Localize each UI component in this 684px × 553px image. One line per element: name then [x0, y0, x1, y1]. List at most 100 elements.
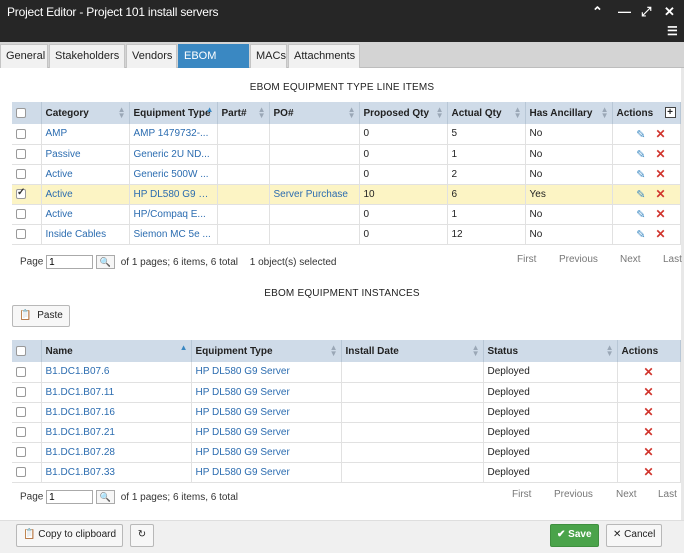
- po-link[interactable]: [269, 204, 360, 225]
- row-checkbox[interactable]: [16, 168, 26, 179]
- pencil-icon[interactable]: ✎: [636, 229, 645, 241]
- last-link[interactable]: Last: [658, 489, 677, 500]
- po-link[interactable]: Server Purchase: [269, 184, 360, 205]
- table-row-selected[interactable]: Active HP DL580 G9 S... Server Purchase …: [12, 184, 681, 205]
- menu-icon[interactable]: ☰: [667, 24, 678, 38]
- delete-icon[interactable]: ✕: [655, 227, 665, 241]
- chevron-up-icon[interactable]: ⌃: [592, 5, 603, 19]
- row-checkbox[interactable]: [16, 366, 26, 377]
- table-row[interactable]: B1.DC1.B07.6 HP DL580 G9 Server Deployed…: [12, 362, 681, 383]
- column-po[interactable]: PO# ▲ ▼: [269, 102, 360, 124]
- row-checkbox[interactable]: [16, 128, 26, 139]
- cancel-button[interactable]: ✕ Cancel: [606, 524, 663, 547]
- equipment-type-link[interactable]: Generic 500W ...: [129, 164, 218, 185]
- row-checkbox[interactable]: [16, 406, 26, 417]
- next-link[interactable]: Next: [620, 254, 641, 265]
- refresh-button[interactable]: ↻: [130, 524, 154, 547]
- instance-name-link[interactable]: B1.DC1.B07.21: [41, 422, 192, 443]
- expand-icon[interactable]: ⤢: [641, 5, 651, 19]
- previous-link[interactable]: Previous: [554, 489, 593, 500]
- category-link[interactable]: Active: [41, 164, 130, 185]
- instance-name-link[interactable]: B1.DC1.B07.33: [41, 462, 192, 483]
- equipment-type-link[interactable]: HP DL580 G9 S...: [129, 184, 218, 205]
- delete-icon[interactable]: ✕: [655, 147, 665, 161]
- table-row[interactable]: AMP AMP 1479732-... 0 5 No ✎ ✕: [12, 124, 681, 145]
- row-checkbox[interactable]: [16, 386, 26, 397]
- column-proposed-qty[interactable]: Proposed Qty ▲ ▼: [359, 102, 448, 124]
- equipment-type-link[interactable]: HP DL580 G9 Server: [191, 422, 342, 443]
- category-link[interactable]: Active: [41, 184, 130, 205]
- table-row[interactable]: Active HP/Compaq E... 0 1 No ✎ ✕: [12, 204, 681, 225]
- delete-icon[interactable]: ✕: [643, 365, 653, 379]
- table-row[interactable]: B1.DC1.B07.21 HP DL580 G9 Server Deploye…: [12, 422, 681, 443]
- next-link[interactable]: Next: [616, 489, 637, 500]
- minimize-icon[interactable]: —: [618, 5, 631, 19]
- pencil-icon[interactable]: ✎: [636, 149, 645, 161]
- copy-to-clipboard-button[interactable]: 📋 Copy to clipboard: [16, 524, 124, 547]
- column-status[interactable]: Status ▲ ▼: [483, 340, 618, 362]
- table-row[interactable]: B1.DC1.B07.33 HP DL580 G9 Server Deploye…: [12, 462, 681, 483]
- last-link[interactable]: Last: [663, 254, 682, 265]
- instance-name-link[interactable]: B1.DC1.B07.11: [41, 382, 192, 403]
- add-icon[interactable]: +: [664, 107, 676, 118]
- po-link[interactable]: [269, 124, 360, 145]
- row-checkbox[interactable]: [16, 466, 26, 477]
- equipment-type-link[interactable]: HP DL580 G9 Server: [191, 402, 342, 423]
- row-checkbox[interactable]: [16, 187, 26, 199]
- table-row[interactable]: B1.DC1.B07.11 HP DL580 G9 Server Deploye…: [12, 382, 681, 403]
- pencil-icon[interactable]: ✎: [636, 129, 645, 141]
- delete-icon[interactable]: ✕: [643, 465, 653, 479]
- table-row[interactable]: Active Generic 500W ... 0 2 No ✎ ✕: [12, 164, 681, 185]
- paste-button[interactable]: 📋 Paste: [12, 305, 70, 327]
- pencil-icon[interactable]: ✎: [636, 209, 645, 221]
- equipment-type-link[interactable]: AMP 1479732-...: [129, 124, 218, 145]
- equipment-type-link[interactable]: HP DL580 G9 Server: [191, 442, 342, 463]
- tab-macs[interactable]: MACs: [250, 44, 287, 68]
- tab-general[interactable]: General: [0, 44, 48, 68]
- row-checkbox[interactable]: [16, 148, 26, 159]
- column-equipment-type[interactable]: Equipment Type ▲: [129, 102, 218, 124]
- table-row[interactable]: Inside Cables Siemon MC 5e ... 0 12 No ✎…: [12, 224, 681, 245]
- category-link[interactable]: AMP: [41, 124, 130, 145]
- equipment-type-link[interactable]: HP DL580 G9 Server: [191, 382, 342, 403]
- column-has-ancillary[interactable]: Has Ancillary ▲ ▼: [525, 102, 613, 124]
- close-icon[interactable]: ✕: [664, 5, 675, 19]
- tab-stakeholders[interactable]: Stakeholders: [49, 44, 125, 68]
- column-equipment-type[interactable]: Equipment Type ▲ ▼: [191, 340, 342, 362]
- column-actual-qty[interactable]: Actual Qty ▲ ▼: [447, 102, 526, 124]
- pencil-icon[interactable]: ✎: [636, 169, 645, 181]
- delete-icon[interactable]: ✕: [643, 425, 653, 439]
- select-all-checkbox[interactable]: [12, 102, 42, 124]
- equipment-type-link[interactable]: HP DL580 G9 Server: [191, 362, 342, 383]
- instance-name-link[interactable]: B1.DC1.B07.6: [41, 362, 192, 383]
- column-category[interactable]: Category ▲ ▼: [41, 102, 130, 124]
- first-link[interactable]: First: [512, 489, 531, 500]
- delete-icon[interactable]: ✕: [643, 445, 653, 459]
- save-button[interactable]: ✔ Save: [550, 524, 599, 547]
- select-all-checkbox[interactable]: [12, 340, 42, 362]
- delete-icon[interactable]: ✕: [643, 405, 653, 419]
- row-checkbox[interactable]: [16, 208, 26, 219]
- equipment-type-link[interactable]: HP DL580 G9 Server: [191, 462, 342, 483]
- category-link[interactable]: Inside Cables: [41, 224, 130, 245]
- delete-icon[interactable]: ✕: [643, 385, 653, 399]
- row-checkbox[interactable]: [16, 228, 26, 239]
- column-part[interactable]: Part# ▲ ▼: [217, 102, 270, 124]
- category-link[interactable]: Passive: [41, 144, 130, 165]
- table-row[interactable]: Passive Generic 2U ND... 0 1 No ✎ ✕: [12, 144, 681, 165]
- tab-vendors[interactable]: Vendors: [126, 44, 177, 68]
- row-checkbox[interactable]: [16, 446, 26, 457]
- delete-icon[interactable]: ✕: [655, 127, 665, 141]
- equipment-type-link[interactable]: HP/Compaq E...: [129, 204, 218, 225]
- previous-link[interactable]: Previous: [559, 254, 598, 265]
- pencil-icon[interactable]: ✎: [636, 189, 645, 201]
- po-link[interactable]: [269, 224, 360, 245]
- instance-name-link[interactable]: B1.DC1.B07.16: [41, 402, 192, 423]
- row-checkbox[interactable]: [16, 426, 26, 437]
- instance-name-link[interactable]: B1.DC1.B07.28: [41, 442, 192, 463]
- table-row[interactable]: B1.DC1.B07.16 HP DL580 G9 Server Deploye…: [12, 402, 681, 423]
- first-link[interactable]: First: [517, 254, 536, 265]
- column-install-date[interactable]: Install Date ▲ ▼: [341, 340, 484, 362]
- tab-ebom-items[interactable]: EBOM Items: [178, 44, 249, 84]
- equipment-type-link[interactable]: Siemon MC 5e ...: [129, 224, 218, 245]
